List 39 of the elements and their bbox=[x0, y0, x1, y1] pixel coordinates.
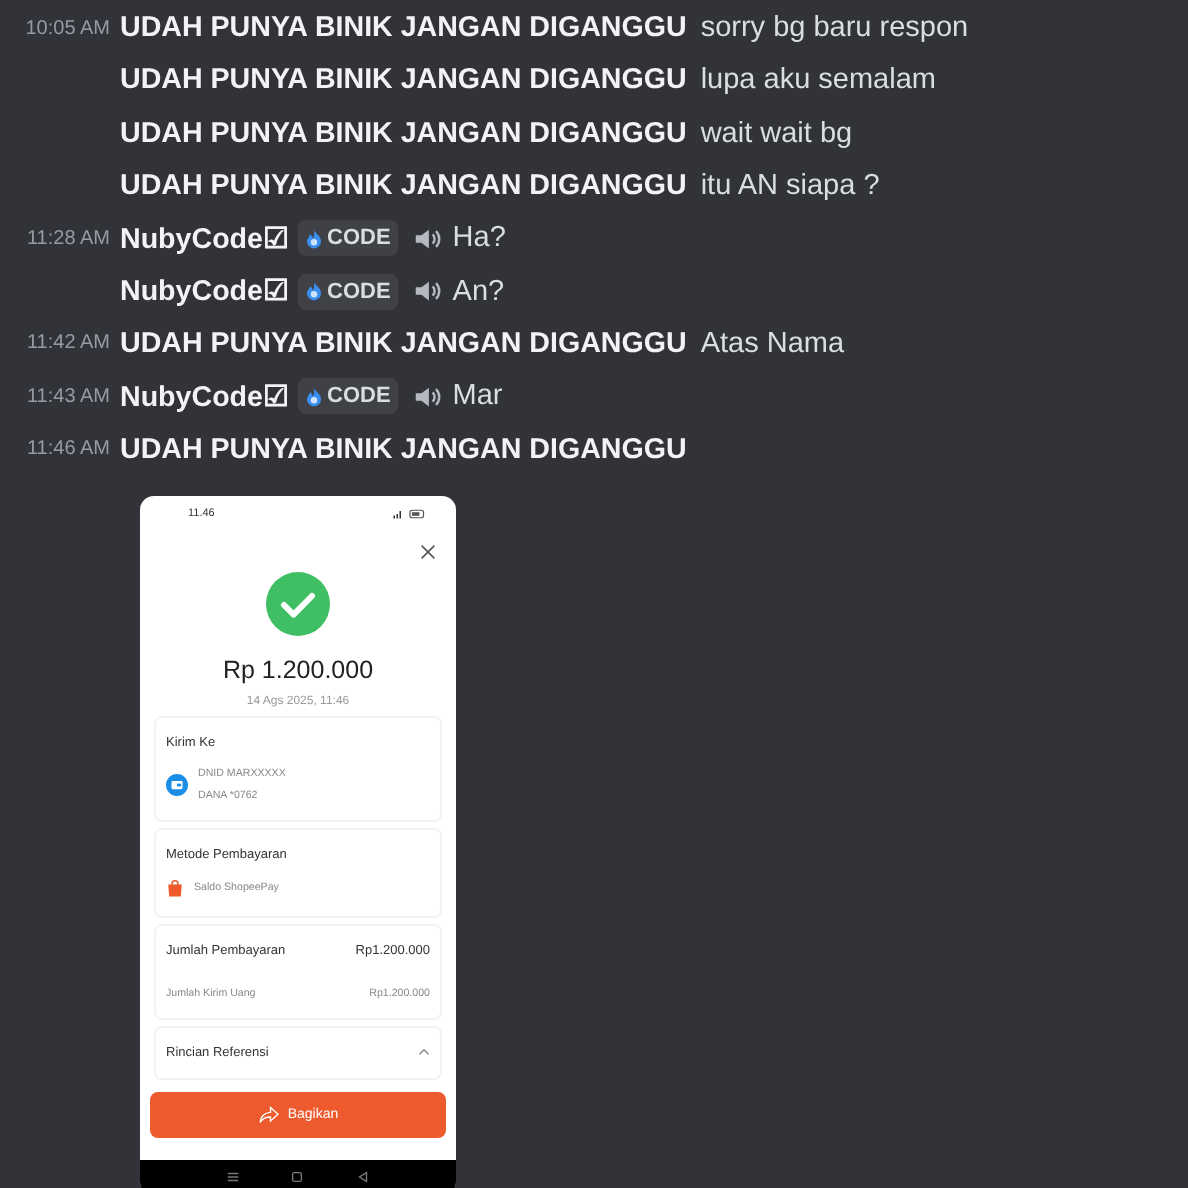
flame-icon bbox=[303, 227, 323, 250]
flame-icon bbox=[303, 385, 323, 408]
server-tag: CODE bbox=[297, 220, 399, 257]
share-icon bbox=[257, 1105, 280, 1124]
timestamp: 11:42 AM bbox=[26, 332, 110, 355]
message-text: Mar bbox=[452, 380, 503, 413]
server-tag: CODE bbox=[297, 378, 399, 415]
close-icon[interactable] bbox=[420, 543, 436, 560]
message-text: Ha? bbox=[452, 222, 506, 255]
wallet-icon bbox=[166, 773, 188, 796]
chevron-up-icon[interactable] bbox=[418, 1048, 430, 1057]
success-check-icon bbox=[266, 571, 330, 636]
timestamp: 10:05 AM bbox=[25, 17, 110, 40]
username[interactable]: UDAH PUNYA BINIK JANGAN DIGANGGU bbox=[120, 433, 687, 466]
username[interactable]: UDAH PUNYA BINIK JANGAN DIGANGGU bbox=[120, 327, 687, 360]
username[interactable]: UDAH PUNYA BINIK JANGAN DIGANGGU bbox=[120, 170, 687, 203]
server-tag: CODE bbox=[297, 273, 399, 310]
signal-battery-icon bbox=[392, 508, 428, 521]
message-text: sorry bg baru respon bbox=[700, 12, 969, 45]
message-text: wait wait bg bbox=[700, 117, 853, 150]
shopping-bag-icon bbox=[166, 879, 184, 898]
username[interactable]: NubyCode☑ bbox=[120, 221, 289, 256]
menu-icon[interactable] bbox=[225, 1170, 240, 1185]
username[interactable]: UDAH PUNYA BINIK JANGAN DIGANGGU bbox=[120, 64, 687, 97]
timestamp: 11:43 AM bbox=[26, 385, 110, 408]
message-text: itu AN siapa ? bbox=[700, 170, 880, 203]
flame-icon bbox=[303, 280, 323, 303]
username[interactable]: NubyCode☑ bbox=[120, 274, 289, 309]
message-text: lupa aku semalam bbox=[700, 64, 936, 97]
username[interactable]: UDAH PUNYA BINIK JANGAN DIGANGGU bbox=[120, 12, 687, 45]
message-text: Atas Nama bbox=[700, 327, 845, 360]
timestamp: 11:28 AM bbox=[26, 227, 110, 250]
timestamp: 11:46 AM bbox=[26, 438, 110, 461]
back-icon[interactable] bbox=[356, 1170, 371, 1185]
transfer-amount: Rp 1.200.000 bbox=[222, 655, 374, 684]
username[interactable]: UDAH PUNYA BINIK JANGAN DIGANGGU bbox=[120, 117, 687, 150]
home-icon[interactable] bbox=[290, 1170, 305, 1185]
message-text: An? bbox=[452, 275, 505, 308]
username[interactable]: NubyCode☑ bbox=[120, 379, 289, 414]
